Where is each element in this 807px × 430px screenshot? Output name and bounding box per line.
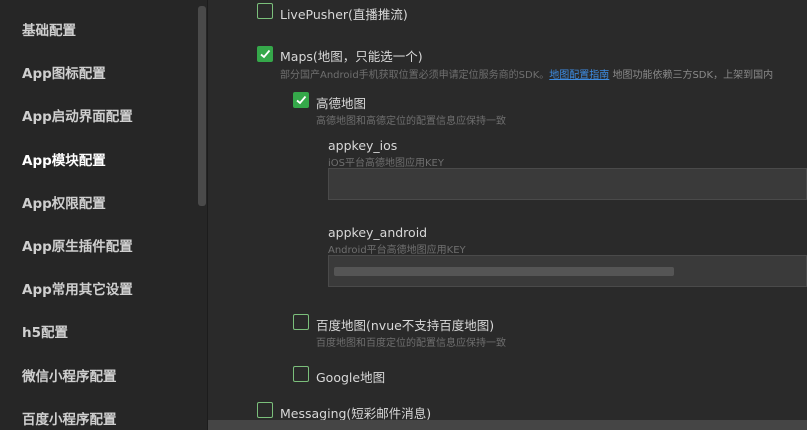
sidebar-item-native-plugins[interactable]: App原生插件配置 [22, 235, 133, 255]
maps-label: Maps(地图，只能选一个) [280, 49, 423, 64]
sidebar-item-h5[interactable]: h5配置 [22, 321, 68, 341]
sidebar-item-baidu-mp[interactable]: 百度小程序配置 [22, 408, 117, 428]
appkey-ios-input[interactable] [328, 168, 807, 200]
gaode-map-checkbox[interactable] [293, 92, 309, 108]
maps-description: 部分国产Android手机获取位置必须申请定位服务商的SDK。地图配置指南 地图… [280, 66, 773, 81]
sidebar-scrollbar[interactable] [198, 6, 206, 206]
appkey-ios-label: appkey_ios [328, 138, 398, 153]
settings-sidebar: 基础配置 App图标配置 App启动界面配置 App模块配置 App权限配置 A… [0, 0, 210, 430]
sidebar-item-basic[interactable]: 基础配置 [22, 19, 76, 39]
appkey-ios-description: iOS平台高德地图应用KEY [328, 158, 444, 169]
appkey-android-description: Android平台高德地图应用KEY [328, 245, 466, 256]
map-config-guide-link[interactable]: 地图配置指南 [549, 70, 609, 81]
gaode-map-description: 高德地图和高德定位的配置信息应保持一致 [316, 116, 506, 127]
checkmark-icon [296, 95, 307, 105]
horizontal-scrollbar[interactable] [208, 420, 807, 430]
gaode-map-label: 高德地图 [316, 96, 367, 111]
baidu-map-description: 百度地图和百度定位的配置信息应保持一致 [316, 338, 506, 349]
checkmark-icon [260, 49, 271, 59]
sidebar-item-weixin-mp[interactable]: 微信小程序配置 [22, 365, 117, 385]
sidebar-item-app-icon[interactable]: App图标配置 [22, 62, 106, 82]
livepusher-label: LivePusher(直播推流) [280, 7, 408, 22]
module-config-panel: LivePusher(直播推流) Maps(地图，只能选一个) 部分国产Andr… [208, 0, 807, 430]
baidu-map-label: 百度地图(nvue不支持百度地图) [316, 318, 495, 333]
maps-desc-prefix: 部分国产Android手机获取位置必须申请定位服务商的SDK。 [280, 70, 550, 81]
google-map-checkbox[interactable] [293, 366, 309, 382]
livepusher-checkbox[interactable] [257, 3, 273, 19]
baidu-map-checkbox[interactable] [293, 314, 309, 330]
google-map-label: Google地图 [316, 370, 386, 385]
maps-checkbox[interactable] [257, 46, 273, 62]
sidebar-item-other-settings[interactable]: App常用其它设置 [22, 278, 133, 298]
appkey-android-label: appkey_android [328, 225, 428, 240]
sidebar-item-app-permissions[interactable]: App权限配置 [22, 192, 106, 212]
redacted-key-blur [334, 267, 674, 276]
maps-desc-suffix: 地图功能依赖三方SDK，上架到国内 [609, 70, 774, 81]
messaging-checkbox[interactable] [257, 402, 273, 418]
sidebar-item-app-modules[interactable]: App模块配置 [22, 149, 106, 169]
sidebar-item-app-splash[interactable]: App启动界面配置 [22, 105, 133, 125]
appkey-android-field [328, 255, 807, 287]
